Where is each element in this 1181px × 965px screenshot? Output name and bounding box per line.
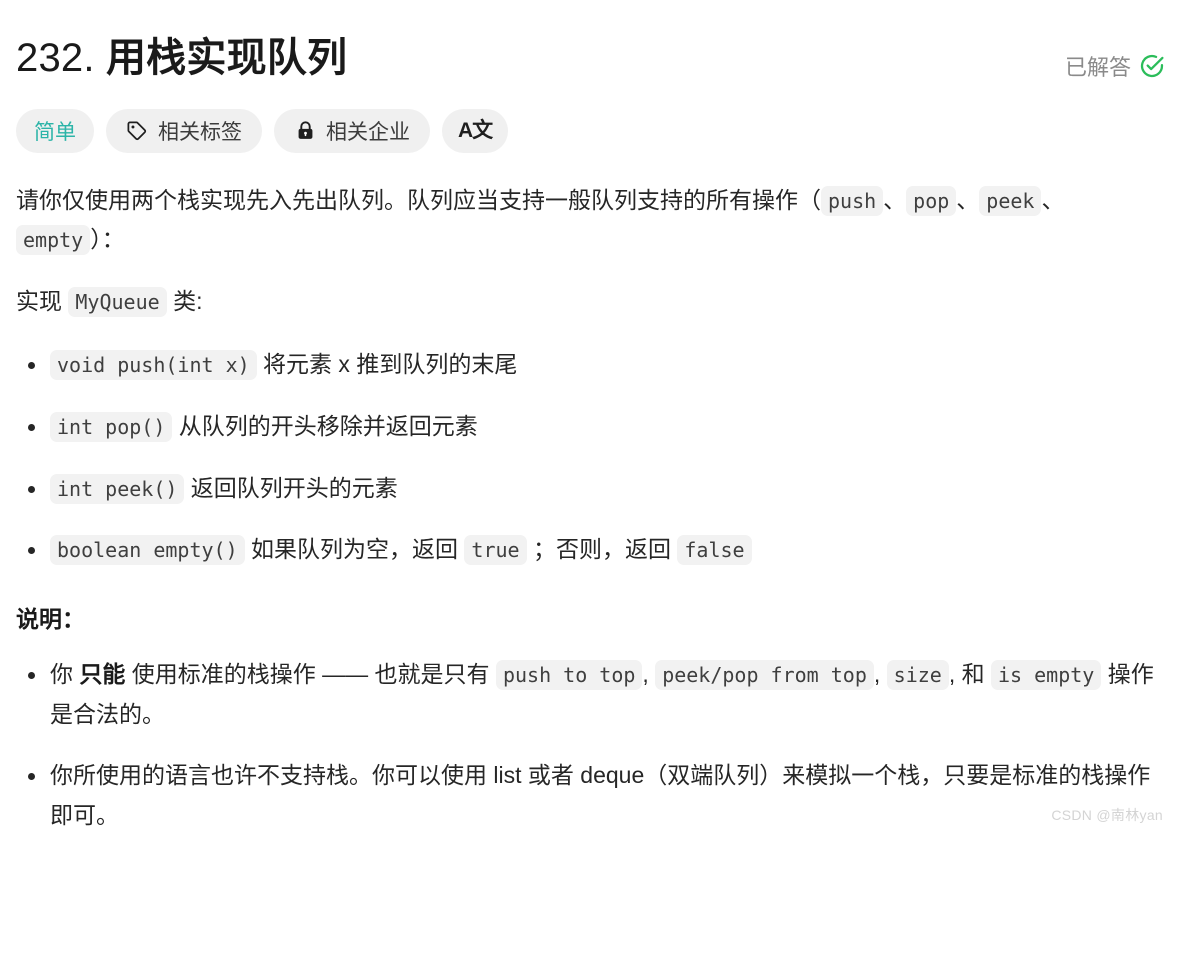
intro-paragraph: 请你仅使用两个栈实现先入先出队列。队列应当支持一般队列支持的所有操作（ push、… [16, 181, 1165, 260]
method-desc: 从队列的开头移除并返回元素 [172, 412, 478, 439]
list-item: 你所使用的语言也许不支持栈。你可以使用 list 或者 deque（双端队列）来… [16, 756, 1165, 835]
difficulty-label: 简单 [34, 120, 76, 144]
code-chip-is-empty: is empty [991, 660, 1102, 691]
header: 232. 用栈实现队列 已解答 [16, 34, 1165, 83]
empty-desc-1: 如果队列为空，返回 [244, 536, 465, 563]
related-companies-label: 相关企业 [326, 120, 410, 144]
page-title: 232. 用栈实现队列 [16, 34, 347, 83]
intro-text-2: ）： [90, 226, 125, 253]
method-desc: 将元素 x 推到队列的末尾 [256, 351, 518, 378]
code-chip-myqueue: MyQueue [68, 286, 167, 317]
watermark: CSDN @南林yan [1051, 807, 1163, 824]
method-desc: 返回队列开头的元素 [184, 474, 398, 501]
method-list: void push(int x) 将元素 x 推到队列的末尾 int pop()… [16, 345, 1165, 569]
related-tags-label: 相关标签 [158, 120, 242, 144]
code-chip-peek: peek [979, 185, 1042, 216]
code-chip-pop: pop [906, 185, 957, 216]
difficulty-pill[interactable]: 简单 [16, 108, 94, 153]
note1-text-1: 你 [50, 661, 80, 688]
code-chip-empty: empty [16, 225, 91, 256]
code-chip-true: true [464, 535, 527, 566]
problem-title: 用栈实现队列 [105, 36, 348, 80]
list-item: void push(int x) 将元素 x 推到队列的末尾 [16, 345, 1165, 385]
list-item: 你 只能 使用标准的栈操作 —— 也就是只有 push to top, peek… [16, 655, 1165, 734]
translate-icon: A文 [458, 119, 493, 143]
list-item: boolean empty() 如果队列为空，返回 true ；否则，返回 fa… [16, 530, 1165, 570]
tag-icon [126, 120, 148, 142]
note1-sep-2: , [873, 661, 887, 688]
code-chip-size: size [886, 660, 949, 691]
related-companies-button[interactable]: 相关企业 [274, 108, 430, 153]
list-item: int peek() 返回队列开头的元素 [16, 469, 1165, 509]
intro-sep-1: 、 [883, 186, 907, 213]
intro-text-1: 请你仅使用两个栈实现先入先出队列。队列应当支持一般队列支持的所有操作（ [16, 186, 821, 213]
code-chip-int-pop: int pop() [50, 411, 173, 442]
empty-desc-2: ；否则，返回 [526, 536, 678, 563]
problem-page: 232. 用栈实现队列 已解答 简单 相关标签 相关企业 A文 请你仅使用两个栈… [0, 0, 1181, 835]
implement-prefix: 实现 [16, 287, 69, 314]
code-chip-push-to-top: push to top [495, 660, 643, 691]
note1-sep-3: , 和 [948, 661, 992, 688]
note1-sep-1: , [642, 661, 656, 688]
lock-icon [294, 120, 316, 142]
meta-pill-row: 简单 相关标签 相关企业 A文 [16, 108, 1165, 153]
intro-sep-3: 、 [1041, 186, 1065, 213]
notes-heading: 说明： [16, 605, 85, 632]
code-chip-boolean-empty: boolean empty() [50, 535, 245, 566]
translate-button[interactable]: A文 [442, 108, 509, 153]
code-chip-false: false [677, 535, 752, 566]
code-chip-int-peek: int peek() [50, 473, 185, 504]
implement-suffix: 类: [166, 287, 203, 314]
status-badge: 已解答 [1065, 50, 1165, 82]
check-circle-icon [1139, 53, 1165, 79]
problem-number: 232. [16, 36, 95, 80]
status-text: 已解答 [1064, 55, 1131, 80]
problem-description: 请你仅使用两个栈实现先入先出队列。队列应当支持一般队列支持的所有操作（ push、… [16, 181, 1165, 836]
code-chip-push: push [821, 185, 884, 216]
related-tags-button[interactable]: 相关标签 [106, 108, 262, 153]
intro-sep-2: 、 [956, 186, 980, 213]
implement-paragraph: 实现 MyQueue 类: [16, 282, 1165, 322]
list-item: int pop() 从队列的开头移除并返回元素 [16, 407, 1165, 447]
notes-list: 你 只能 使用标准的栈操作 —— 也就是只有 push to top, peek… [16, 655, 1165, 835]
note2-text: 你所使用的语言也许不支持栈。你可以使用 list 或者 deque（双端队列）来… [50, 762, 1151, 828]
code-chip-void-push: void push(int x) [50, 350, 257, 381]
code-chip-peek-pop-from-top: peek/pop from top [655, 660, 874, 691]
note1-emphasis: 只能 [79, 661, 126, 688]
note1-text-2: 使用标准的栈操作 —— 也就是只有 [125, 661, 496, 688]
